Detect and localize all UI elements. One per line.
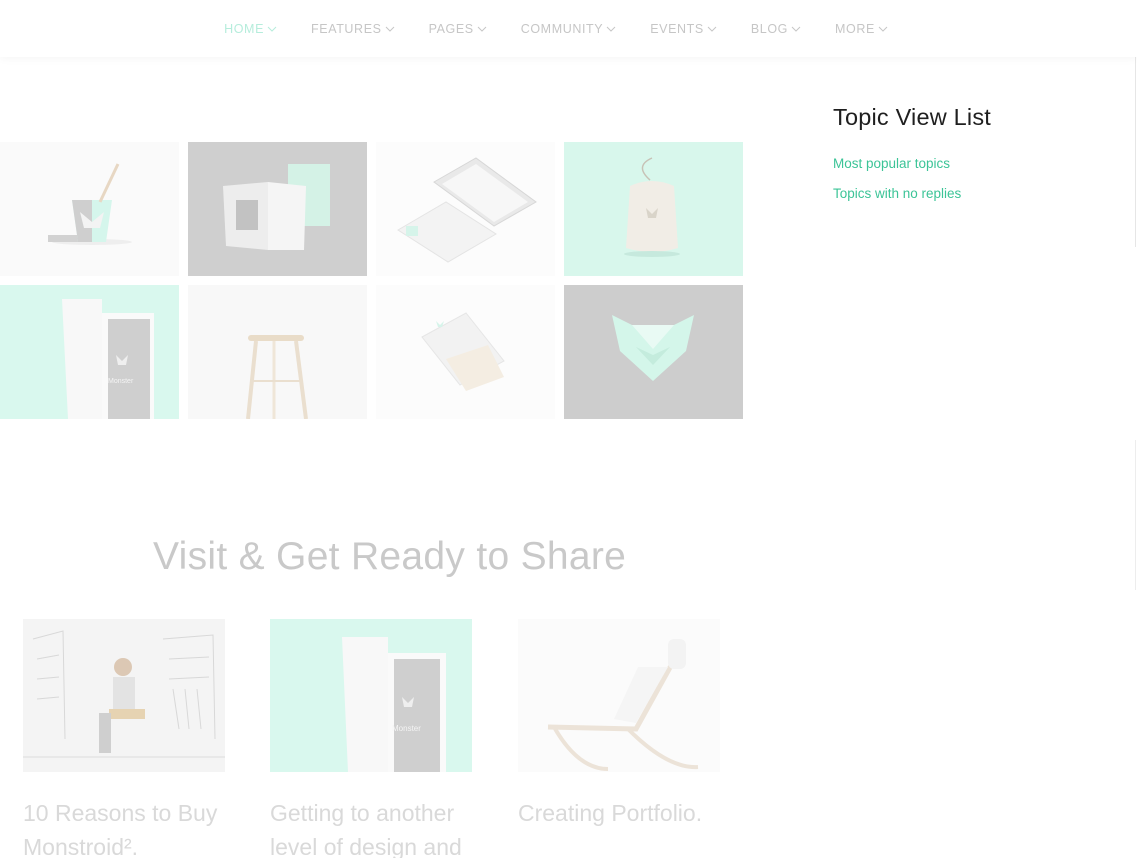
door-image[interactable]: Monster — [270, 619, 472, 772]
post-card[interactable]: Creating Portfolio. — [518, 619, 720, 835]
gallery-tile-phone[interactable] — [376, 142, 555, 276]
chevron-down-icon — [707, 24, 717, 34]
cup-mockup-image — [0, 142, 179, 276]
nav-item-label: BLOG — [750, 21, 788, 36]
sidebar-title: Topic View List — [833, 104, 991, 130]
post-title[interactable]: Creating Portfolio. — [518, 796, 728, 830]
chevron-down-icon — [267, 24, 277, 34]
book-mockup-image — [188, 142, 367, 276]
nav-item-blog[interactable]: BLOG — [751, 22, 801, 36]
nav-item-community[interactable]: COMMUNITY — [521, 22, 616, 36]
post-card[interactable]: Monster Getting to another level of desi… — [270, 619, 472, 858]
nav-item-more[interactable]: MORE — [835, 22, 888, 36]
post-title[interactable]: 10 Reasons to Buy Monstroid². — [23, 796, 233, 858]
gallery-tile-paper[interactable] — [376, 285, 555, 419]
gallery-tile-bag[interactable] — [564, 142, 743, 276]
gallery-tile-book[interactable] — [188, 142, 367, 276]
paper-mockup-image — [376, 285, 555, 419]
portfolio-gallery: Monster — [0, 142, 743, 419]
top-navigation: HOME FEATURES PAGES COMMUNITY EVENTS BLO… — [0, 0, 1137, 57]
stool-mockup-image — [188, 285, 367, 419]
man-sketch-image[interactable] — [23, 619, 225, 772]
door-caption: Monster — [108, 378, 134, 385]
chevron-down-icon — [477, 24, 487, 34]
logo-mockup-image — [564, 285, 743, 419]
gallery-tile-logo[interactable] — [564, 285, 743, 419]
link-most-popular-topics[interactable]: Most popular topics — [833, 156, 1113, 171]
nav-item-pages[interactable]: PAGES — [429, 22, 487, 36]
link-topics-no-replies[interactable]: Topics with no replies — [833, 186, 1113, 201]
nav-item-label: MORE — [834, 21, 875, 36]
nav-item-features[interactable]: FEATURES — [311, 22, 395, 36]
chevron-down-icon — [878, 24, 888, 34]
nav-item-label: FEATURES — [311, 21, 382, 36]
phone-mockup-image — [376, 142, 555, 276]
gallery-tile-stool[interactable] — [188, 285, 367, 419]
sidebar: Topic View List Most popular topics Topi… — [833, 104, 1113, 216]
nav-item-events[interactable]: EVENTS — [650, 22, 717, 36]
chevron-down-icon — [385, 24, 395, 34]
nav-item-label: PAGES — [428, 21, 474, 36]
nav-item-home[interactable]: HOME — [224, 22, 277, 36]
page-divider — [1135, 57, 1136, 247]
gallery-tile-door[interactable]: Monster — [0, 285, 179, 419]
section-title: Visit & Get Ready to Share — [153, 535, 627, 578]
main-content: Monster Visit & Get Ready to Share 10 Re… — [0, 57, 790, 858]
door-mockup-image: Monster — [0, 285, 179, 419]
chair-image[interactable] — [518, 619, 720, 772]
bag-mockup-image — [564, 142, 743, 276]
post-title[interactable]: Getting to another level of design and — [270, 796, 480, 858]
nav-item-label: HOME — [224, 21, 265, 36]
nav-menu: HOME FEATURES PAGES COMMUNITY EVENTS BLO… — [207, 22, 905, 36]
chevron-down-icon — [606, 24, 616, 34]
gallery-tile-cup[interactable] — [0, 142, 179, 276]
topic-view-list: Most popular topics Topics with no repli… — [833, 156, 1113, 201]
post-card[interactable]: 10 Reasons to Buy Monstroid². — [23, 619, 225, 858]
page-divider — [1135, 440, 1136, 590]
nav-item-label: COMMUNITY — [520, 21, 604, 36]
door-caption: Monster — [392, 724, 421, 733]
chevron-down-icon — [791, 24, 801, 34]
nav-item-label: EVENTS — [650, 21, 704, 36]
